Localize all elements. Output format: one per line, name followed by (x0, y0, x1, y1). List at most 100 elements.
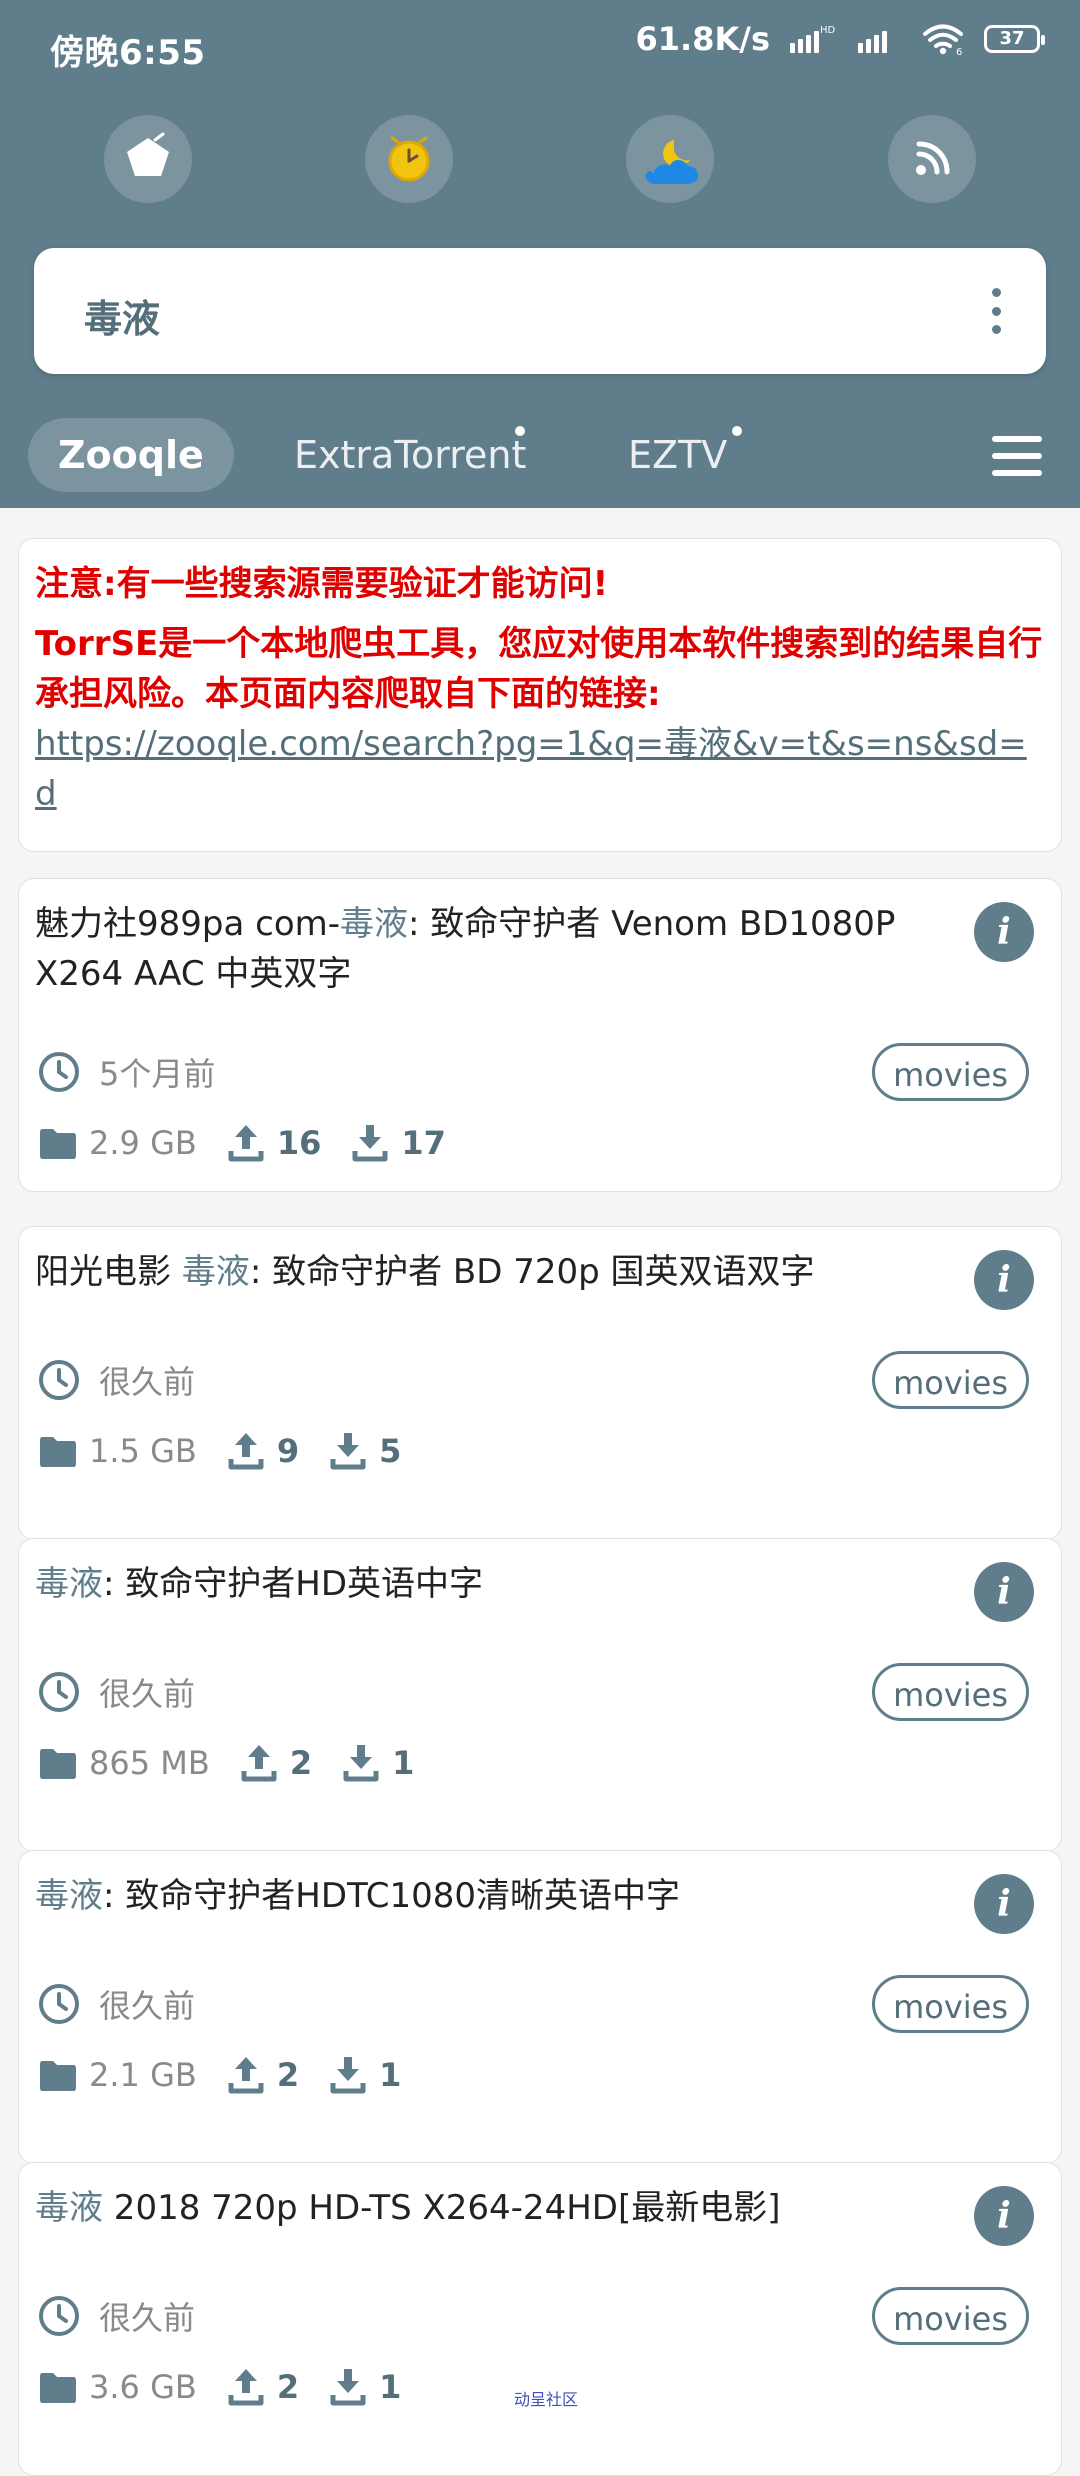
title-suffix: : 致命守护者HD英语中字 (103, 1564, 484, 1604)
menu-line (992, 436, 1042, 442)
notice-card: 注意:有一些搜索源需要验证才能访问! TorrSE是一个本地爬虫工具，您应对使用… (18, 538, 1062, 852)
info-button[interactable]: i (974, 902, 1034, 962)
category-tag[interactable]: movies (872, 1975, 1029, 2033)
meta-row: 1.5 GB 9 5 (37, 1431, 429, 1471)
menu-line (992, 470, 1042, 476)
info-icon: i (997, 1259, 1011, 1301)
title-highlight: 毒液 (181, 1252, 250, 1292)
seeders-count: 2 (276, 2056, 300, 2094)
upload-icon (228, 2057, 264, 2094)
download-icon (352, 1125, 388, 1162)
result-time: 很久前 (99, 1363, 196, 1401)
status-time: 傍晚6:55 (50, 33, 206, 73)
info-icon: i (997, 911, 1011, 953)
leechers-group: 1 (327, 2367, 401, 2407)
folder-icon (40, 1129, 76, 1159)
result-time: 很久前 (99, 1987, 196, 2025)
info-button[interactable]: i (974, 1874, 1034, 1934)
result-title: 毒液: 致命守护者HDTC1080清晰英语中字 (35, 1871, 955, 1921)
file-size: 2.9 GB (89, 1124, 197, 1162)
search-bar[interactable]: 毒液 (34, 248, 1046, 374)
category-tag[interactable]: movies (872, 1663, 1029, 1721)
category-label: movies (893, 1988, 1008, 2026)
category-tag[interactable]: movies (872, 1043, 1029, 1101)
seeders-group: 2 (225, 2055, 299, 2095)
seeders-count: 2 (276, 2368, 300, 2406)
clock-icon (39, 1360, 79, 1400)
search-query[interactable]: 毒液 (84, 288, 160, 343)
meta-row: 3.6 GB 2 1 (37, 2367, 429, 2407)
folder-icon (40, 2061, 76, 2091)
result-title: 阳光电影 毒液: 致命守护者 BD 720p 国英双语双字 (35, 1247, 955, 1297)
info-icon: i (997, 1883, 1011, 1925)
notice-body: TorrSE是一个本地爬虫工具，您应对使用本软件搜索到的结果自行承担风险。本页面… (35, 624, 1043, 714)
title-suffix: : 致命守护者HDTC1080清晰英语中字 (103, 1876, 681, 1916)
status-right: 61.8K/s HD 6 37 (635, 20, 1045, 58)
rss-icon (916, 141, 950, 175)
tab-eztv[interactable]: EZTV (628, 418, 727, 492)
leechers-group: 1 (327, 2055, 401, 2095)
tab-label: ExtraTorrent (294, 433, 527, 477)
clock-icon (388, 136, 430, 182)
result-time: 很久前 (99, 1675, 196, 1713)
title-suffix: : 致命守护者 BD 720p 国英双语双字 (249, 1252, 815, 1292)
size-group: 3.6 GB (37, 2368, 197, 2406)
info-icon: i (997, 2195, 1011, 2237)
download-icon (330, 2057, 366, 2094)
result-card[interactable]: 毒液 2018 720p HD-TS X264-24HD[最新电影] i 很久前… (18, 2162, 1062, 2476)
rss-button[interactable] (888, 115, 976, 203)
result-card[interactable]: 毒液: 致命守护者HDTC1080清晰英语中字 i 很久前 movies 2.1… (18, 1850, 1062, 2164)
clock-icon (39, 2296, 79, 2336)
meta-row: 2.1 GB 2 1 (37, 2055, 429, 2095)
pentagon-button[interactable] (104, 115, 192, 203)
result-title: 毒液 2018 720p HD-TS X264-24HD[最新电影] (35, 2183, 955, 2233)
network-speed: 61.8K/s (635, 20, 770, 58)
svg-text:HD: HD (820, 25, 836, 36)
leechers-group: 1 (340, 1743, 414, 1783)
menu-line (992, 453, 1042, 459)
result-card[interactable]: 毒液: 致命守护者HD英语中字 i 很久前 movies 865 MB 2 1 (18, 1538, 1062, 1852)
info-button[interactable]: i (974, 2186, 1034, 2246)
info-icon: i (997, 1571, 1011, 1613)
leechers-group: 17 (349, 1123, 446, 1163)
night-weather-button[interactable] (626, 115, 714, 203)
source-link[interactable]: https://zooqle.com/search?pg=1&q=毒液&v=t&… (35, 719, 1045, 819)
signal-icon (858, 31, 887, 53)
upload-icon (228, 2369, 264, 2406)
status-bar: 傍晚6:55 61.8K/s HD 6 37 (0, 0, 1080, 96)
title-highlight: 毒液 (35, 1876, 103, 1916)
leechers-count: 1 (379, 2368, 402, 2406)
result-time: 5个月前 (99, 1055, 216, 1093)
result-card[interactable]: 阳光电影 毒液: 致命守护者 BD 720p 国英双语双字 i 很久前 movi… (18, 1226, 1062, 1540)
file-size: 3.6 GB (89, 2368, 197, 2406)
category-label: movies (893, 1676, 1008, 1714)
leechers-count: 1 (379, 2056, 402, 2094)
pentagon-icon (127, 132, 169, 176)
info-button[interactable]: i (974, 1562, 1034, 1622)
tab-extratorrent[interactable]: ExtraTorrent (294, 418, 526, 492)
meta-row: 2.9 GB 16 17 (37, 1123, 474, 1163)
signal-icon: HD (790, 25, 836, 53)
wifi-icon: 6 (923, 24, 963, 56)
tab-dot (515, 426, 525, 436)
category-tag[interactable]: movies (872, 1351, 1029, 1409)
more-dot (991, 306, 1001, 316)
result-title: 魅力社989pa com-毒液: 致命守护者 Venom BD1080P X26… (35, 899, 955, 999)
result-card[interactable]: 魅力社989pa com-毒液: 致命守护者 Venom BD1080P X26… (18, 878, 1062, 1192)
more-options-button[interactable] (986, 288, 1006, 334)
category-tag[interactable]: movies (872, 2287, 1029, 2345)
size-group: 2.9 GB (37, 1124, 197, 1162)
tab-label: Zooqle (58, 433, 204, 477)
leechers-count: 5 (379, 1432, 402, 1470)
folder-icon (40, 1437, 76, 1467)
clock-icon (39, 1052, 79, 1092)
info-button[interactable]: i (974, 1250, 1034, 1310)
clock-button[interactable] (365, 115, 453, 203)
seeders-group: 9 (225, 1431, 299, 1471)
file-size: 865 MB (89, 1744, 210, 1782)
tab-dot (732, 426, 742, 436)
title-prefix: 魅力社989pa com- (35, 904, 341, 944)
tab-zooqle[interactable]: Zooqle (28, 418, 234, 492)
hamburger-menu-icon[interactable] (992, 436, 1042, 476)
clock-icon (39, 1984, 79, 2024)
